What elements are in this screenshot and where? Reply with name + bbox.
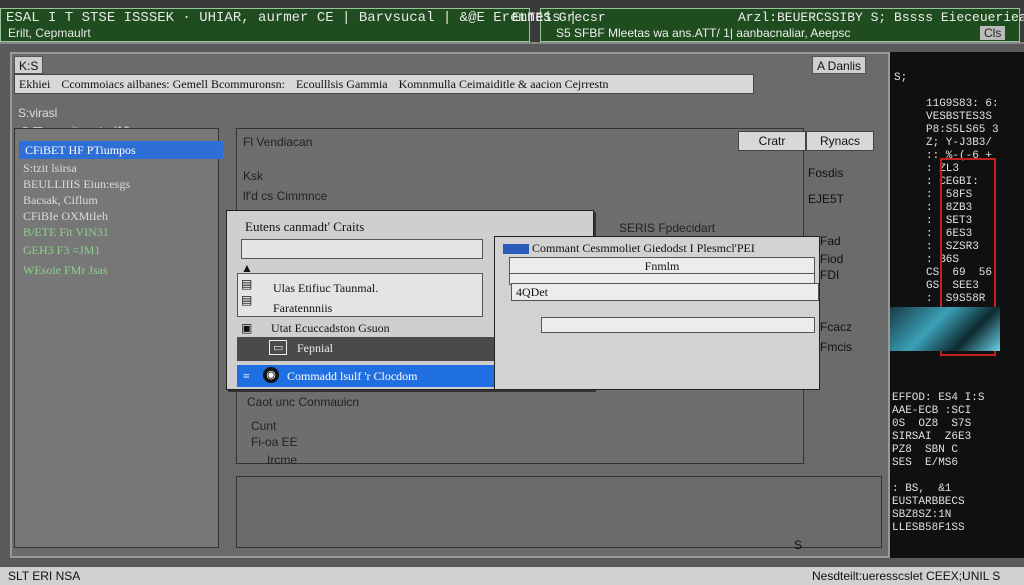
tree-panel: CFiBET HF PTiumpos S:tzit lsirsa BEULLII… <box>14 128 223 548</box>
visualization-thumbnail <box>890 307 1000 351</box>
side-label: Fosdis <box>808 166 844 180</box>
bottom-pane <box>236 476 882 548</box>
side-label: Fad <box>820 234 841 248</box>
tab-main[interactable]: K:S <box>14 56 44 74</box>
command-icon: ◉ <box>263 367 279 383</box>
dialog-title: Eutens canmadt' Craits <box>245 219 365 234</box>
document-icon: ▤ <box>241 277 253 291</box>
dialog-item[interactable]: Ulas Etifiuc Taunmal. <box>273 281 378 296</box>
content-line: lf'd cs Cimmnce <box>243 189 328 203</box>
side-label: Fiod <box>820 252 844 266</box>
dialog-input[interactable] <box>241 239 483 259</box>
create-button[interactable]: Cratr <box>738 131 806 151</box>
status-left: SLT ERI NSA <box>8 569 81 583</box>
side-label: EJE5T <box>808 192 845 206</box>
menu-item-4[interactable]: Komnmulla Ceimaiditle & aacion Cejrrestn <box>395 75 613 93</box>
document-icon: ▤ <box>241 293 253 307</box>
popup-field-3[interactable] <box>541 317 815 333</box>
subtitle-mid: S5 SFBF Mleetas wa ans.ATT/ 1| aanbacnal… <box>556 26 851 40</box>
console-output-lower: EFFOD: ES4 I:S AAE-ECB :SCI 0S OZ8 S7S S… <box>892 392 985 534</box>
content-line: Caot unc Conmauicn <box>247 395 360 409</box>
popup-header: Commant Cesmmoliet Giedodst I Plesmcl'PE… <box>503 241 755 256</box>
terminal-icon: ▭ <box>269 340 288 355</box>
top-title-bar: ESAL I T STSE ISSSEK · UHIAR, aurmer CE … <box>0 0 1024 44</box>
popup-icon <box>503 244 529 255</box>
dialog-dark-row[interactable]: ▭ Fepnial <box>237 337 535 361</box>
tree-item-selected[interactable]: CFiBET HF PTiumpos <box>19 141 223 159</box>
right-console-panel: S; 11G9S83: 6: VESBSTES3S P8:S5LS65 3 Z;… <box>890 52 1024 558</box>
content-line: Ksk <box>243 169 264 183</box>
dialog-item[interactable]: Faratennniis <box>273 301 332 316</box>
side-label: FDI <box>820 268 840 282</box>
title-mid: ELTES Grecsr <box>512 10 606 25</box>
menu-item-1[interactable]: Ekhiei <box>15 75 54 93</box>
menu-item-2[interactable]: Ccommoiacs ailbanes: Gemell Bcommuronsn: <box>57 75 289 93</box>
dialog-item[interactable]: Utat Ecuccadston Gsuon <box>271 321 390 336</box>
menu-bar: Ekhiei Ccommoiacs ailbanes: Gemell Bcomm… <box>14 74 754 94</box>
options-button[interactable]: Rynacs <box>806 131 874 151</box>
tree-item[interactable]: Bacsak, Ciflum <box>23 193 98 208</box>
side-label: Fcacz <box>820 320 853 334</box>
sort-icon: ≡ <box>243 369 250 383</box>
status-bar: SLT ERI NSA Nesdteilt:ueresscslet CEEX;U… <box>0 566 1024 585</box>
tools-label: S:virasl <box>18 106 58 120</box>
corner-button[interactable]: A Danlis <box>812 56 867 74</box>
tree-item[interactable]: BEULLIIIS Eiun:esgs <box>23 177 130 192</box>
window-subtitle: Erilt, Cepmaulrt <box>8 26 91 40</box>
tree-item[interactable]: S:tzit lsirsa <box>23 161 77 176</box>
tree-item[interactable]: WEsoie FMr Jsas <box>23 263 108 278</box>
content-line: Cunt <box>251 419 277 433</box>
window-title: ESAL I T STSE ISSSEK · UHIAR, aurmer CE … <box>6 10 578 26</box>
terminal-icon: ▣ <box>241 321 253 335</box>
tree-item[interactable]: GEH3 F3 =JM1 <box>23 243 100 258</box>
side-label: Fmcis <box>820 340 852 354</box>
tree-item[interactable]: B/ETE Fit VIN31 <box>23 225 109 240</box>
content-line: Fi-oa EE <box>251 435 298 449</box>
content-line: Ircme <box>267 453 297 467</box>
console-header: S; <box>894 72 908 84</box>
title-right: Arzl:BEUERCSSIBY S; Bssss Eieceuerieas <box>738 10 1024 25</box>
menu-item-3[interactable]: Ecoulllsis Gammia <box>292 75 392 93</box>
tree-item[interactable]: CFiBIe OXMtIeh <box>23 209 108 224</box>
content-header: Fl Vendiacan <box>243 135 313 149</box>
command-popup: Commant Cesmmoliet Giedodst I Plesmcl'PE… <box>494 236 820 390</box>
resize-icon[interactable]: S <box>794 538 802 552</box>
corner-label[interactable]: Cls <box>980 26 1006 40</box>
content-label-right: SERIS Fpdecidart <box>619 221 716 235</box>
popup-field-2[interactable]: 4QDet <box>511 283 819 301</box>
status-right: Nesdteilt:ueresscslet CEEX;UNIL S <box>812 569 1001 583</box>
dialog-item: Fepnial <box>297 341 333 355</box>
